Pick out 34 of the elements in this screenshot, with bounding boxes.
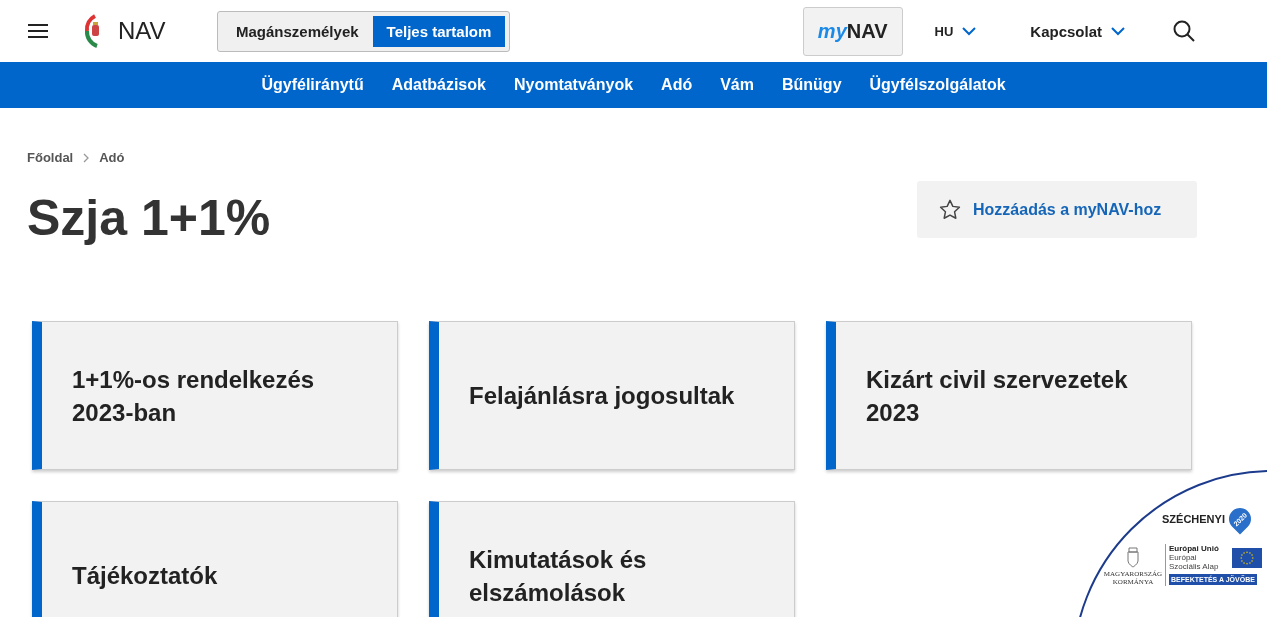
menu-icon[interactable] [28,24,48,38]
nav-link[interactable]: Adó [661,76,693,94]
nav-link[interactable]: Adatbázisok [391,76,486,94]
program-name: SZÉCHENYI [1162,513,1225,525]
page-title: Szja 1+1% [27,189,271,247]
chevron-right-icon [83,152,90,163]
nav-link[interactable]: Ügyfélszolgálatok [869,76,1006,94]
eu-title: Európai Unió [1169,544,1220,553]
mynav-button[interactable]: myNAV [802,6,903,56]
star-icon [939,199,961,220]
logo-text[interactable]: NAV [118,17,166,45]
breadcrumb-link[interactable]: Főoldal [27,150,74,165]
coat-of-arms-icon [1125,544,1141,568]
breadcrumb-link[interactable]: Adó [99,150,125,165]
caret-icon [1111,26,1125,36]
nav-link[interactable]: Vám [720,76,754,94]
topic-card[interactable]: Kizárt civil szervezetek 2023 [826,321,1192,470]
nav-link[interactable]: Nyomtatványok [513,76,634,94]
topic-card[interactable]: Kimutatások és elszámolások [429,501,795,617]
contact-dropdown[interactable]: Kapcsolat [1024,21,1131,41]
topic-card[interactable]: Felajánlásra jogosultak [429,321,795,470]
caret-icon [962,26,977,36]
eu-fund-text: Európai Szociális Alap [1169,553,1220,571]
search-icon[interactable] [1173,20,1195,42]
nav-link[interactable]: Ügyféliránytű [261,76,364,94]
topic-card[interactable]: 1+1%-os rendelkezés 2023-ban [32,321,398,470]
audience-tab[interactable]: Magánszemélyek [222,15,373,47]
eu-flag-icon [1232,547,1262,568]
nav-link[interactable]: Bűnügy [782,76,842,94]
button-label: Hozzáadás a myNAV-hoz [973,200,1162,219]
add-to-mynav-button[interactable]: Hozzáadás a myNAV-hoz [917,181,1197,238]
audience-tab[interactable]: Teljes tartalom [372,15,506,47]
language-dropdown[interactable]: HU [928,22,983,40]
topic-card[interactable]: Tájékoztatók [32,501,398,617]
